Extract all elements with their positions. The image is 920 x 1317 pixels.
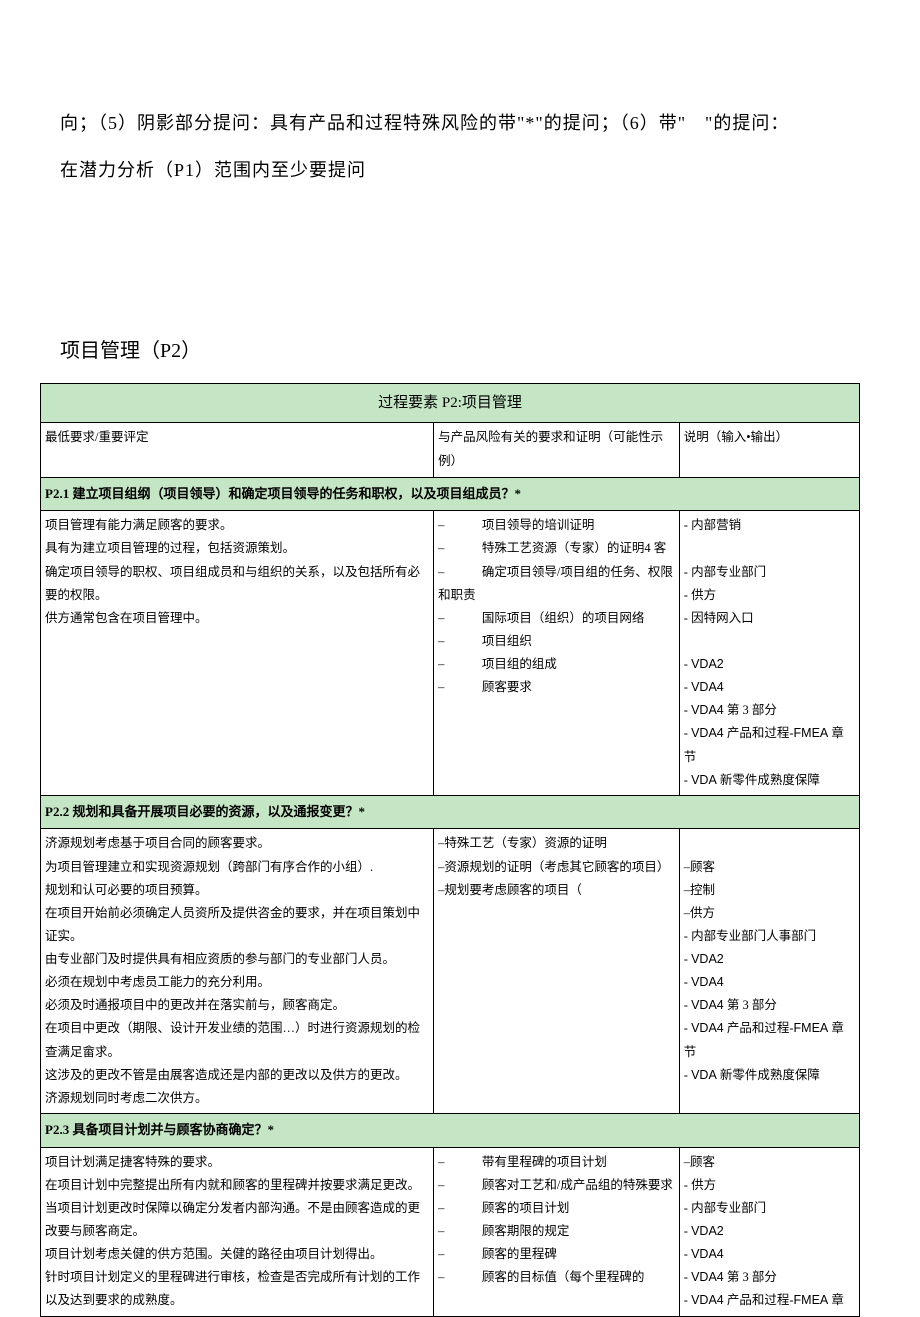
p21-heading-row: P2.1 建立项目组纲（项目领导）和确定项目领导的任务和职权，以及项目组成员？*	[41, 477, 860, 511]
p21-col2: – 项目领导的培训证明– 特殊工艺资源（专家）的证明4 客– 确定项目领导/项目…	[434, 511, 680, 796]
header-col2: 与产品风险有关的要求和证明（可能性示例）	[434, 423, 680, 478]
p23-col2: – 带有里程碑的项目计划– 顾客对工艺和/成产品组的特殊要求– 顾客的项目计划–…	[434, 1147, 680, 1316]
header-col1: 最低要求/重要评定	[41, 423, 434, 478]
p23-heading: P2.3 具备项目计划并与顾客协商确定？*	[41, 1113, 860, 1147]
table-title-row: 过程要素 P2:项目管理	[41, 383, 860, 423]
p23-col1: 项目计划满足捷客特殊的要求。在项目计划中完整提出所有内就和顾客的里程碑并按要求满…	[41, 1147, 434, 1316]
table-title: 过程要素 P2:项目管理	[41, 383, 860, 423]
p23-col3: –顾客- 供方- 内部专业部门- VDA2- VDA4- VDA4 第 3 部分…	[679, 1147, 859, 1316]
header-col3: 说明（输入•输出）	[679, 423, 859, 478]
p21-content-row: 项目管理有能力满足顾客的要求。具有为建立项目管理的过程，包括资源策划。确定项目领…	[41, 511, 860, 796]
p23-heading-row: P2.3 具备项目计划并与顾客协商确定？*	[41, 1113, 860, 1147]
p22-col2: –特殊工艺（专家）资源的证明–资源规划的证明（考虑其它顾客的项目）–规划要考虑顾…	[434, 829, 680, 1114]
p23-content-row: 项目计划满足捷客特殊的要求。在项目计划中完整提出所有内就和顾客的里程碑并按要求满…	[41, 1147, 860, 1316]
intro-line2: 在潜力分析（P1）范围内至少要提问	[60, 160, 366, 180]
table-header-row: 最低要求/重要评定 与产品风险有关的要求和证明（可能性示例） 说明（输入•输出）	[41, 423, 860, 478]
section-title-text: 项目管理（P2）	[60, 340, 201, 362]
p21-heading: P2.1 建立项目组纲（项目领导）和确定项目领导的任务和职权，以及项目组成员？*	[41, 477, 860, 511]
p21-col3: - 内部营销 - 内部专业部门- 供方- 因特网入口 - VDA2- VDA4-…	[679, 511, 859, 796]
intro-text: 向；（5）阴影部分提问：具有产品和过程特殊风险的带"*"的提问；（6）带" "的…	[0, 0, 920, 194]
section-title: 项目管理（P2）	[0, 194, 920, 383]
p22-heading: P2.2 规划和具备开展项目必要的资源，以及通报变更？*	[41, 795, 860, 829]
p22-heading-row: P2.2 规划和具备开展项目必要的资源，以及通报变更？*	[41, 795, 860, 829]
p22-content-row: 济源规划考虑基于项目合同的顾客要求。为项目管理建立和实现资源规划（跨部门有序合作…	[41, 829, 860, 1114]
p22-col1: 济源规划考虑基于项目合同的顾客要求。为项目管理建立和实现资源规划（跨部门有序合作…	[41, 829, 434, 1114]
process-element-table: 过程要素 P2:项目管理 最低要求/重要评定 与产品风险有关的要求和证明（可能性…	[40, 383, 860, 1317]
p22-col3: –顾客–控制–供方- 内部专业部门人事部门- VDA2- VDA4- VDA4 …	[679, 829, 859, 1114]
intro-line1: 向；（5）阴影部分提问：具有产品和过程特殊风险的带"*"的提问；（6）带" "的…	[60, 113, 789, 133]
p21-col1: 项目管理有能力满足顾客的要求。具有为建立项目管理的过程，包括资源策划。确定项目领…	[41, 511, 434, 796]
